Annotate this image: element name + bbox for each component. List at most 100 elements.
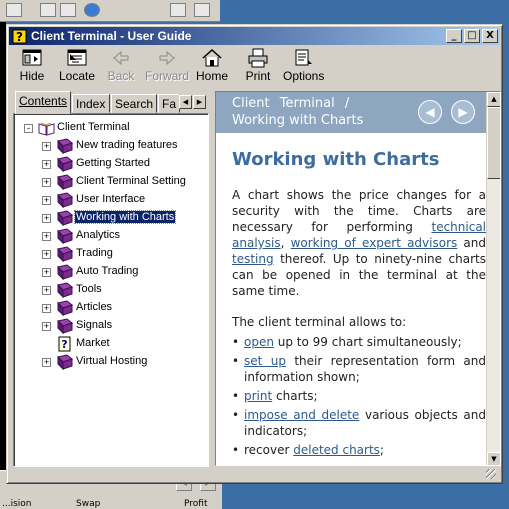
hide-button[interactable]: Hide (15, 48, 49, 84)
tree-item[interactable]: + Getting Started (14, 156, 208, 173)
tree-item[interactable]: + Analytics (14, 228, 208, 245)
expand-toggle-icon[interactable]: + (42, 358, 51, 367)
tab-scroll-right-button[interactable]: ▶ (193, 95, 206, 109)
tree-item-root[interactable]: - Client Terminal (14, 120, 208, 137)
tab-contents[interactable]: Contents (15, 91, 71, 114)
hide-icon (22, 49, 42, 66)
set-up-link[interactable]: set up (244, 354, 286, 368)
tree-item[interactable]: + New trading features (14, 138, 208, 155)
forward-arrow-icon (159, 50, 175, 66)
tree-item-label: Articles (76, 301, 113, 313)
tab-favorites[interactable]: Fa (158, 94, 180, 113)
expand-toggle-icon[interactable]: + (42, 214, 51, 223)
tree-item[interactable]: + Auto Trading (14, 264, 208, 281)
tab-index-label: Index (76, 97, 106, 111)
expand-toggle-icon[interactable]: + (42, 142, 51, 151)
tree-item-label: Signals (76, 319, 113, 331)
print-button[interactable]: Print (243, 48, 273, 84)
intro-text: and (457, 236, 487, 250)
intro-paragraph: A chart shows the price changes for a se… (232, 187, 486, 299)
list-item: impose and delete various objects and in… (232, 407, 486, 439)
expand-toggle-icon[interactable]: + (42, 232, 51, 241)
scroll-down-button[interactable]: ▼ (487, 452, 500, 465)
forward-label: Forward (145, 69, 190, 83)
impose-and-delete-link[interactable]: impose and delete (244, 408, 359, 422)
expert-advisors-link[interactable]: working of expert advisors (291, 236, 458, 250)
back-button[interactable]: Back (105, 48, 137, 84)
next-topic-button[interactable]: ▶ (451, 100, 475, 124)
tab-scroll-left-button[interactable]: ◀ (179, 95, 192, 109)
tab-search-label: Search (115, 97, 154, 111)
hide-label: Hide (19, 69, 45, 83)
expand-toggle-icon[interactable]: + (42, 160, 51, 169)
window-title: Client Terminal - User Guide (31, 29, 192, 43)
expand-toggle-icon[interactable]: + (42, 286, 51, 295)
book-icon (57, 228, 73, 244)
topic-body: Working with Charts A chart shows the pr… (232, 136, 486, 461)
expand-toggle-icon[interactable]: + (42, 178, 51, 187)
contents-tree: - Client Terminal + New trading features + Ge… (13, 113, 209, 467)
tree-item[interactable]: ? Market (14, 336, 208, 353)
home-button[interactable]: Home (195, 48, 229, 84)
previous-topic-button[interactable]: ◀ (418, 100, 442, 124)
column-header: ...ision (2, 499, 32, 509)
testing-link[interactable]: testing (232, 252, 274, 266)
nav-tabs: Contents Index Search Fa ◀ ▶ (13, 91, 209, 114)
tree-item-label: Client Terminal (57, 121, 130, 133)
globe-icon (84, 3, 100, 17)
scroll-thumb[interactable] (487, 107, 500, 179)
deleted-charts-link[interactable]: deleted charts (293, 443, 380, 457)
help-page-icon: ? (58, 336, 71, 352)
breadcrumb-line-1: Client Terminal / (232, 96, 350, 111)
list-item: print charts; (232, 388, 486, 404)
options-icon (295, 49, 312, 66)
expand-toggle-icon[interactable]: + (42, 196, 51, 205)
tab-index[interactable]: Index (72, 94, 110, 113)
svg-text:?: ? (16, 30, 23, 44)
expand-toggle-icon[interactable]: + (42, 304, 51, 313)
allows-label: The client terminal allows to: (232, 315, 407, 329)
print-link[interactable]: print (244, 389, 272, 403)
intro-text: , (280, 236, 291, 250)
tree-item[interactable]: + Virtual Hosting (14, 354, 208, 371)
maximize-button[interactable]: □ (464, 29, 480, 43)
forward-button[interactable]: Forward (145, 48, 189, 84)
tree-item-label: Trading (76, 247, 113, 259)
tree-item[interactable]: + Trading (14, 246, 208, 263)
options-button[interactable]: Options (283, 48, 324, 84)
help-book-icon: ? (12, 29, 27, 44)
book-icon (57, 264, 73, 280)
expand-toggle-icon[interactable]: + (42, 268, 51, 277)
tree-item[interactable]: + Client Terminal Setting (14, 174, 208, 191)
tree-item[interactable]: + User Interface (14, 192, 208, 209)
expand-toggle-icon[interactable]: + (42, 322, 51, 331)
locate-button[interactable]: Locate (57, 48, 97, 84)
book-icon (57, 300, 73, 316)
tree-item-label: Market (76, 337, 110, 349)
help-window: ? Client Terminal - User Guide _ □ X Hid… (6, 24, 503, 484)
tree-item[interactable]: + Articles (14, 300, 208, 317)
tree-item[interactable]: + Tools (14, 282, 208, 299)
scroll-up-button[interactable]: ▲ (487, 92, 500, 107)
tree-item[interactable]: + Signals (14, 318, 208, 335)
content-vertical-scrollbar[interactable]: ▲ ▼ (486, 92, 500, 465)
close-button[interactable]: X (482, 29, 498, 43)
tree-item[interactable]: + Working with Charts (14, 210, 208, 227)
resize-grip-icon[interactable] (486, 469, 496, 479)
expand-toggle-icon[interactable]: + (42, 250, 51, 259)
open-link[interactable]: open (244, 335, 274, 349)
tree-item-label: Working with Charts (73, 210, 177, 224)
list-item-text: recover (244, 443, 294, 457)
minimize-button[interactable]: _ (446, 29, 462, 43)
locate-icon (67, 49, 87, 66)
collapse-toggle-icon[interactable]: - (24, 124, 33, 133)
capabilities-list: open up to 99 chart simultaneously; set … (232, 334, 486, 458)
tree-item-label: Getting Started (76, 157, 150, 169)
background-app-toolbar (0, 0, 220, 22)
tab-contents-label: Contents (19, 94, 68, 108)
background-toolbar-icon (6, 3, 22, 17)
desktop-background (220, 0, 509, 22)
tab-search[interactable]: Search (111, 94, 157, 113)
title-bar[interactable]: ? Client Terminal - User Guide _ □ X (9, 27, 500, 45)
background-toolbar-icon (60, 3, 76, 17)
